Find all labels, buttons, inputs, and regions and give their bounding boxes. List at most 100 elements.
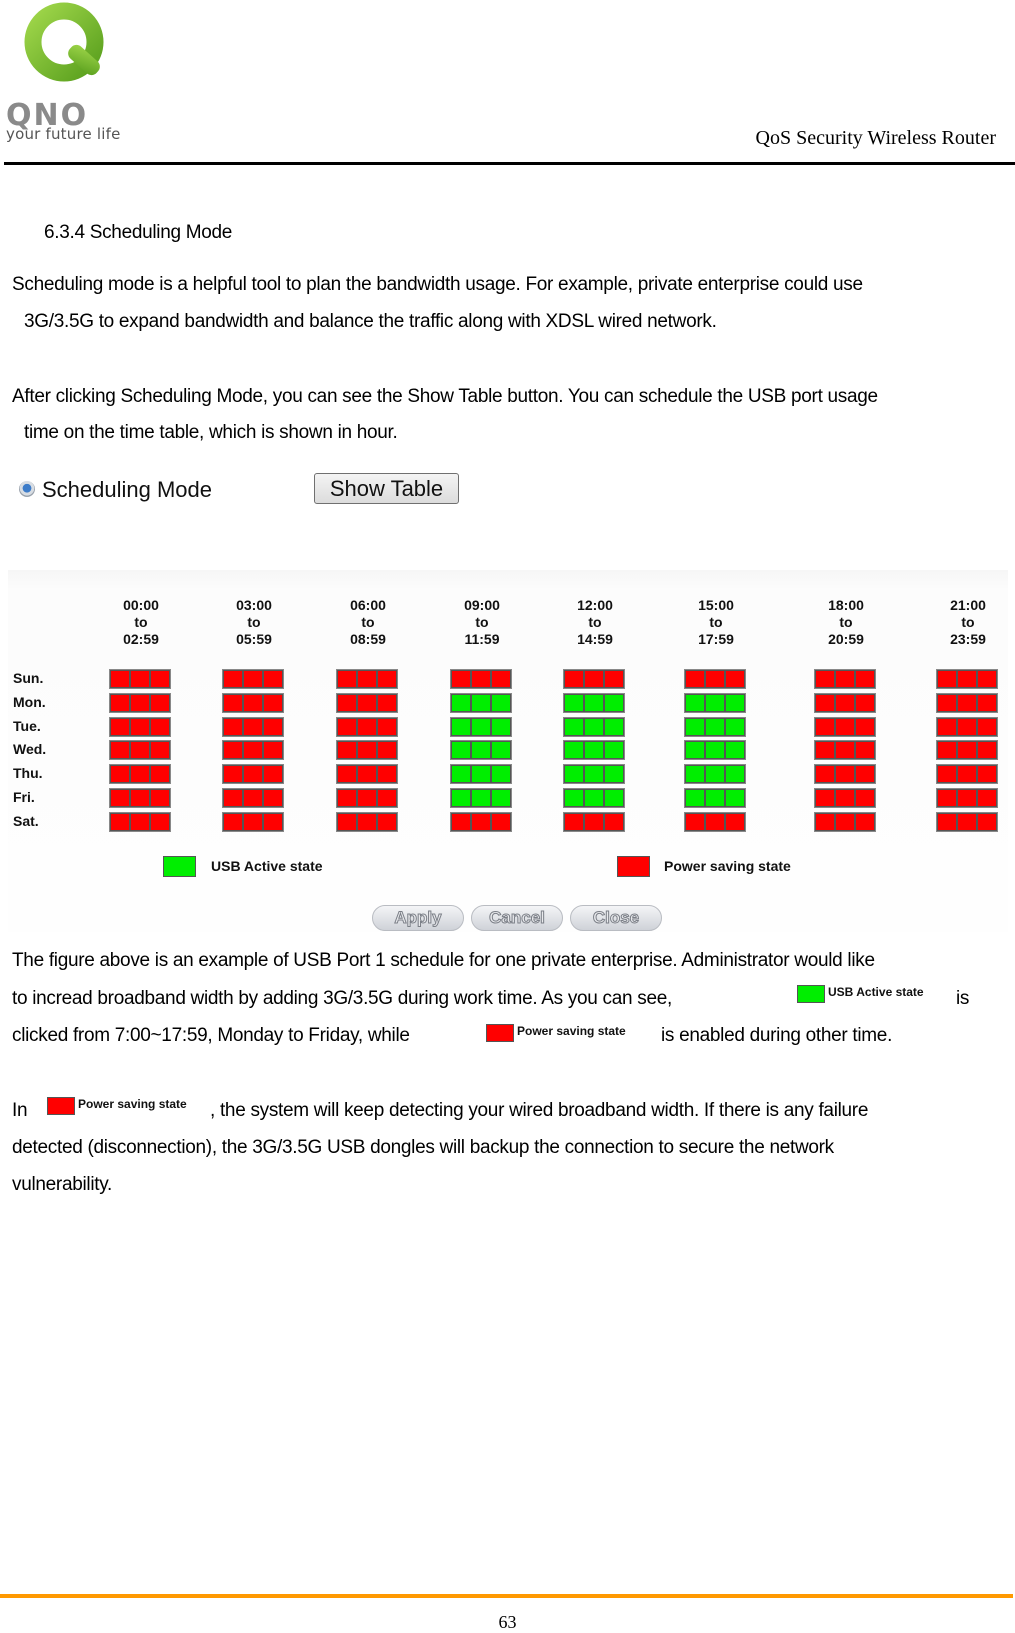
hour-cell-power-saving[interactable] (130, 789, 150, 807)
hour-cell-active[interactable] (705, 741, 725, 760)
hour-cell-power-saving[interactable] (110, 765, 130, 784)
hour-cell-power-saving[interactable] (110, 670, 130, 688)
hour-cell-power-saving[interactable] (337, 765, 357, 784)
hour-cell-active[interactable] (491, 741, 511, 760)
hour-cell-power-saving[interactable] (815, 693, 835, 712)
hour-cell-active[interactable] (725, 789, 745, 807)
hour-cell-power-saving[interactable] (835, 741, 855, 760)
hour-cell-power-saving[interactable] (855, 693, 875, 712)
hour-cell-active[interactable] (451, 765, 471, 784)
hour-cell-active[interactable] (491, 693, 511, 712)
hour-cell-power-saving[interactable] (685, 812, 705, 831)
hour-cell-power-saving[interactable] (377, 670, 397, 688)
hour-cell-power-saving[interactable] (357, 717, 377, 736)
hour-cell-power-saving[interactable] (815, 765, 835, 784)
hour-cell-power-saving[interactable] (977, 789, 997, 807)
hour-cell-power-saving[interactable] (604, 812, 624, 831)
hour-cell-power-saving[interactable] (957, 789, 977, 807)
hour-cell-active[interactable] (705, 789, 725, 807)
hour-cell-power-saving[interactable] (263, 741, 283, 760)
show-table-button[interactable]: Show Table (314, 473, 459, 504)
hour-cell-active[interactable] (604, 765, 624, 784)
hour-cell-active[interactable] (584, 765, 604, 784)
hour-cell-power-saving[interactable] (835, 693, 855, 712)
hour-cell-power-saving[interactable] (110, 741, 130, 760)
hour-cell-power-saving[interactable] (223, 765, 243, 784)
hour-cell-power-saving[interactable] (835, 717, 855, 736)
hour-cell-active[interactable] (564, 789, 584, 807)
hour-cell-power-saving[interactable] (130, 670, 150, 688)
hour-cell-power-saving[interactable] (977, 812, 997, 831)
hour-cell-power-saving[interactable] (835, 812, 855, 831)
hour-cell-power-saving[interactable] (357, 789, 377, 807)
hour-cell-power-saving[interactable] (584, 670, 604, 688)
hour-cell-power-saving[interactable] (855, 741, 875, 760)
hour-cell-active[interactable] (564, 741, 584, 760)
hour-cell-power-saving[interactable] (263, 670, 283, 688)
hour-cell-active[interactable] (685, 789, 705, 807)
hour-cell-power-saving[interactable] (604, 670, 624, 688)
hour-cell-power-saving[interactable] (223, 693, 243, 712)
hour-cell-power-saving[interactable] (491, 670, 511, 688)
hour-cell-power-saving[interactable] (150, 789, 170, 807)
scheduling-mode-radio[interactable] (19, 481, 35, 497)
hour-cell-active[interactable] (584, 717, 604, 736)
hour-cell-power-saving[interactable] (564, 812, 584, 831)
hour-cell-power-saving[interactable] (835, 789, 855, 807)
hour-cell-power-saving[interactable] (725, 670, 745, 688)
hour-cell-power-saving[interactable] (815, 717, 835, 736)
hour-cell-active[interactable] (564, 765, 584, 784)
hour-cell-active[interactable] (471, 741, 491, 760)
hour-cell-power-saving[interactable] (815, 741, 835, 760)
hour-cell-power-saving[interactable] (855, 765, 875, 784)
hour-cell-active[interactable] (491, 717, 511, 736)
hour-cell-active[interactable] (604, 789, 624, 807)
hour-cell-power-saving[interactable] (937, 789, 957, 807)
hour-cell-active[interactable] (685, 741, 705, 760)
hour-cell-power-saving[interactable] (855, 717, 875, 736)
hour-cell-power-saving[interactable] (377, 765, 397, 784)
hour-cell-power-saving[interactable] (855, 789, 875, 807)
hour-cell-power-saving[interactable] (937, 717, 957, 736)
hour-cell-active[interactable] (491, 765, 511, 784)
hour-cell-power-saving[interactable] (243, 789, 263, 807)
hour-cell-active[interactable] (725, 765, 745, 784)
hour-cell-power-saving[interactable] (223, 741, 243, 760)
hour-cell-power-saving[interactable] (357, 765, 377, 784)
hour-cell-power-saving[interactable] (263, 765, 283, 784)
hour-cell-power-saving[interactable] (357, 670, 377, 688)
hour-cell-power-saving[interactable] (357, 693, 377, 712)
hour-cell-power-saving[interactable] (150, 765, 170, 784)
hour-cell-active[interactable] (564, 717, 584, 736)
cancel-button[interactable]: Cancel (471, 905, 563, 931)
close-button[interactable]: Close (570, 905, 662, 931)
hour-cell-power-saving[interactable] (957, 670, 977, 688)
hour-cell-active[interactable] (725, 741, 745, 760)
hour-cell-power-saving[interactable] (725, 812, 745, 831)
hour-cell-power-saving[interactable] (130, 765, 150, 784)
hour-cell-power-saving[interactable] (110, 693, 130, 712)
hour-cell-power-saving[interactable] (110, 789, 130, 807)
hour-cell-active[interactable] (471, 717, 491, 736)
hour-cell-active[interactable] (451, 789, 471, 807)
hour-cell-power-saving[interactable] (377, 693, 397, 712)
hour-cell-active[interactable] (451, 741, 471, 760)
hour-cell-active[interactable] (685, 717, 705, 736)
hour-cell-power-saving[interactable] (957, 741, 977, 760)
hour-cell-power-saving[interactable] (815, 789, 835, 807)
hour-cell-power-saving[interactable] (705, 670, 725, 688)
hour-cell-active[interactable] (584, 741, 604, 760)
hour-cell-power-saving[interactable] (835, 670, 855, 688)
hour-cell-power-saving[interactable] (243, 717, 263, 736)
hour-cell-power-saving[interactable] (263, 693, 283, 712)
hour-cell-power-saving[interactable] (977, 670, 997, 688)
hour-cell-power-saving[interactable] (223, 812, 243, 831)
hour-cell-active[interactable] (705, 717, 725, 736)
hour-cell-power-saving[interactable] (937, 741, 957, 760)
hour-cell-power-saving[interactable] (471, 670, 491, 688)
hour-cell-active[interactable] (471, 789, 491, 807)
hour-cell-power-saving[interactable] (451, 812, 471, 831)
hour-cell-power-saving[interactable] (130, 812, 150, 831)
hour-cell-power-saving[interactable] (243, 670, 263, 688)
hour-cell-active[interactable] (564, 693, 584, 712)
